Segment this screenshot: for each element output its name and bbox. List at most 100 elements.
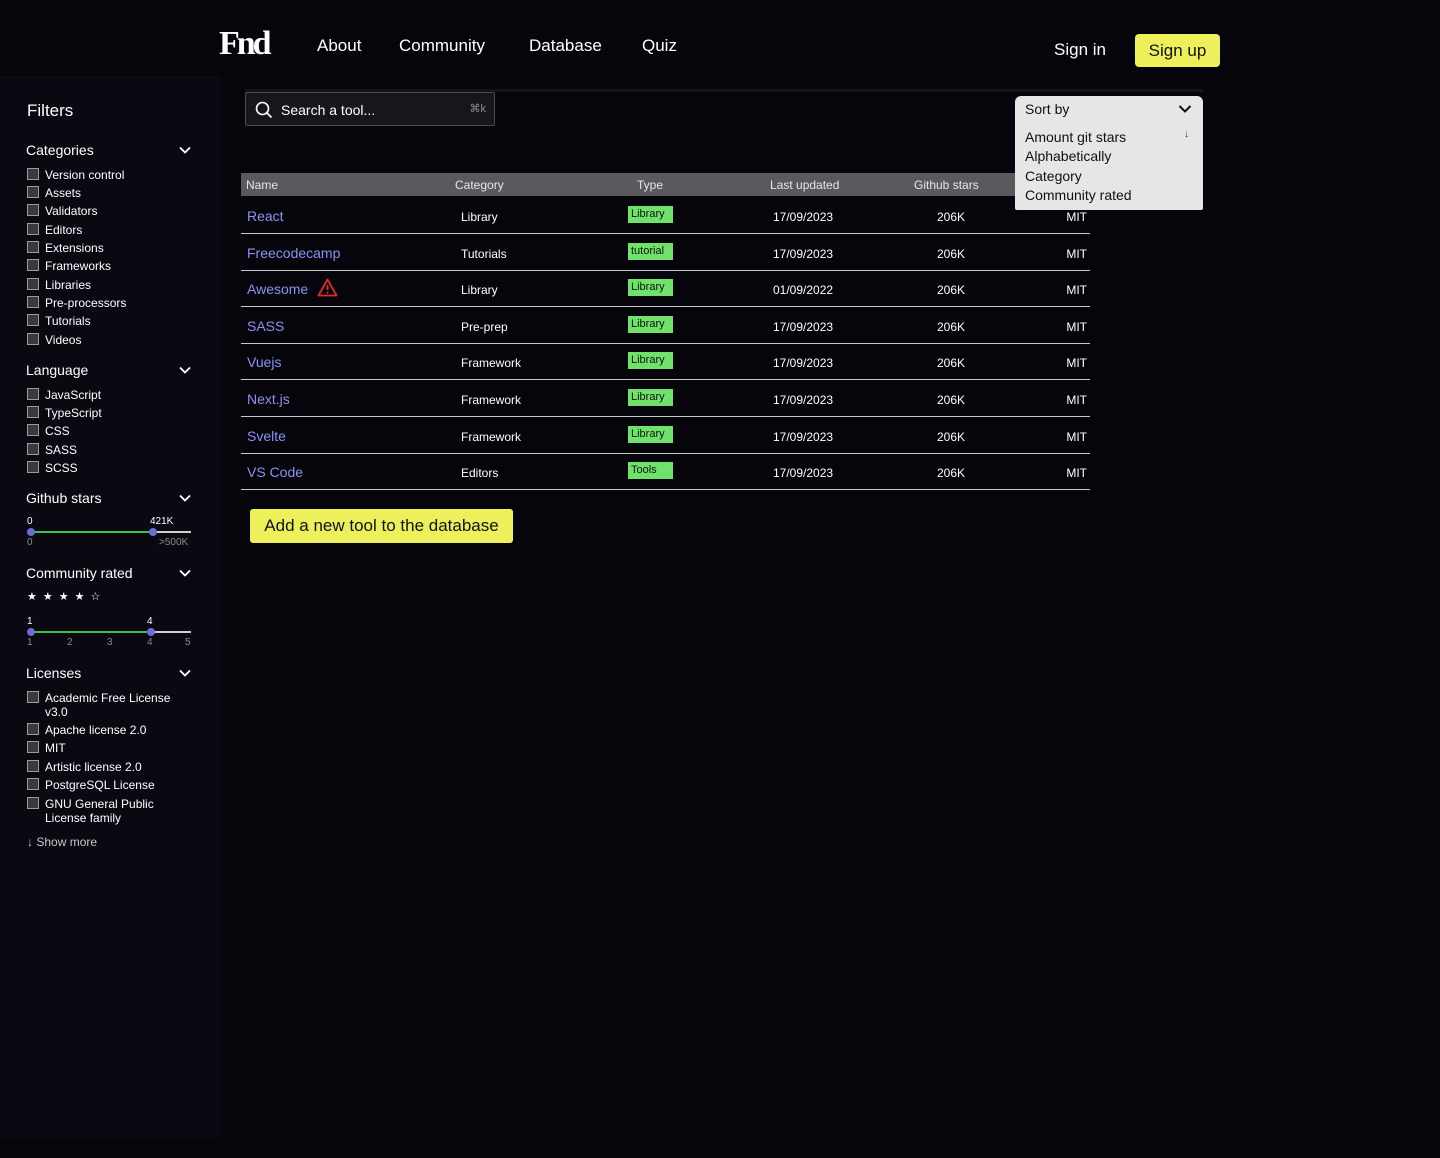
tool-category: Framework bbox=[461, 429, 522, 444]
arrow-down-icon: ↓ bbox=[27, 835, 33, 849]
tool-type-badge: Library bbox=[628, 352, 673, 370]
table-row[interactable]: Next.js Framework Library 17/09/2023 206K MIT bbox=[241, 380, 1090, 417]
language-checkbox[interactable] bbox=[27, 443, 39, 455]
sort-option[interactable]: Alphabetically bbox=[1025, 148, 1111, 164]
tool-name-link[interactable]: Next.js bbox=[247, 391, 290, 407]
rating-min-value: 1 bbox=[27, 616, 33, 627]
table-row[interactable]: Vuejs Framework Library 17/09/2023 206K MIT bbox=[241, 343, 1090, 381]
tool-type-badge: Library bbox=[628, 425, 673, 443]
tool-type-badge: Library bbox=[628, 389, 673, 406]
search-icon bbox=[255, 101, 273, 119]
search-shortcut: ⌘k bbox=[469, 103, 487, 115]
tool-name-link[interactable]: React bbox=[247, 208, 284, 224]
categories-section-toggle[interactable]: Categories bbox=[26, 140, 194, 160]
github-stars-max-handle[interactable] bbox=[149, 528, 157, 536]
show-more-link[interactable]: ↓ Show more bbox=[27, 835, 97, 849]
tool-category: Editors bbox=[461, 466, 499, 481]
license-checkbox[interactable] bbox=[27, 741, 39, 753]
rating-max-handle[interactable] bbox=[147, 628, 155, 636]
language-label: CSS bbox=[45, 424, 70, 438]
community-rated-title: Community rated bbox=[26, 565, 133, 581]
language-label: SASS bbox=[45, 443, 78, 457]
category-checkbox[interactable] bbox=[27, 296, 39, 308]
rating-min-handle[interactable] bbox=[27, 628, 35, 636]
license-checkbox[interactable] bbox=[27, 797, 39, 809]
table-row[interactable]: SASS Pre-prep Library 17/09/2023 206K MIT bbox=[241, 307, 1090, 344]
license-checkbox[interactable] bbox=[27, 778, 39, 790]
warning-icon bbox=[317, 278, 338, 297]
nav-database[interactable]: Database bbox=[529, 36, 602, 56]
column-header-last-updated[interactable]: Last updated bbox=[770, 178, 839, 192]
github-stars-min-value: 0 bbox=[27, 516, 33, 527]
table-row[interactable]: VS Code Editors Tools 17/09/2023 206K MIT bbox=[241, 453, 1090, 491]
table-row[interactable]: React Library Library 17/09/2023 206K MIT bbox=[241, 197, 1090, 234]
language-checkbox[interactable] bbox=[27, 424, 39, 436]
category-checkbox[interactable] bbox=[27, 168, 39, 180]
language-section-toggle[interactable]: Language bbox=[26, 360, 194, 380]
github-stars-min-handle[interactable] bbox=[27, 528, 35, 536]
tool-last-updated: 17/09/2023 bbox=[773, 356, 834, 371]
tool-category: Library bbox=[461, 210, 498, 224]
category-checkbox[interactable] bbox=[27, 223, 39, 235]
table-header: Name Category Type Last updated Github s… bbox=[241, 173, 1090, 196]
rating-tick: 3 bbox=[107, 637, 113, 648]
category-checkbox[interactable] bbox=[27, 186, 39, 198]
category-label: Tutorials bbox=[45, 314, 91, 328]
language-checkbox[interactable] bbox=[27, 461, 39, 473]
language-checkbox[interactable] bbox=[27, 388, 39, 400]
sign-up-button[interactable]: Sign up bbox=[1135, 34, 1220, 67]
add-tool-button[interactable]: Add a new tool to the database bbox=[250, 509, 513, 543]
licenses-section-toggle[interactable]: Licenses bbox=[26, 663, 194, 683]
sort-direction-arrow-icon[interactable]: ↓ bbox=[1184, 130, 1189, 140]
category-checkbox[interactable] bbox=[27, 278, 39, 290]
category-checkbox[interactable] bbox=[27, 241, 39, 253]
community-rated-section-toggle[interactable]: Community rated bbox=[26, 563, 194, 583]
tool-name-link[interactable]: Freecodecamp bbox=[247, 245, 340, 261]
license-label: Artistic license 2.0 bbox=[45, 760, 142, 774]
language-checkbox[interactable] bbox=[27, 406, 39, 418]
tool-category: Framework bbox=[461, 356, 522, 371]
category-checkbox[interactable] bbox=[27, 333, 39, 345]
tool-name-link[interactable]: VS Code bbox=[247, 464, 303, 480]
tool-name-link[interactable]: SASS bbox=[247, 318, 284, 334]
star-rating[interactable]: ★★★★☆ bbox=[27, 591, 106, 603]
sign-in-link[interactable]: Sign in bbox=[1054, 40, 1106, 60]
table-row[interactable]: Awesome Library Library 01/09/2022 206K MIT bbox=[241, 270, 1090, 308]
license-checkbox[interactable] bbox=[27, 723, 39, 735]
column-header-name[interactable]: Name bbox=[246, 178, 278, 192]
tool-name-link[interactable]: Svelte bbox=[247, 428, 286, 444]
sort-option[interactable]: Category bbox=[1025, 168, 1082, 184]
column-header-type[interactable]: Type bbox=[637, 178, 663, 192]
tool-name-link[interactable]: Awesome bbox=[247, 281, 308, 297]
column-header-category[interactable]: Category bbox=[455, 178, 504, 192]
column-header-github-stars[interactable]: Github stars bbox=[914, 178, 979, 192]
tool-license: MIT bbox=[1066, 283, 1087, 298]
sort-option[interactable]: Community rated bbox=[1025, 187, 1132, 203]
nav-community[interactable]: Community bbox=[399, 36, 485, 56]
sort-dropdown-toggle[interactable]: Sort by bbox=[1015, 96, 1203, 122]
nav-about[interactable]: About bbox=[317, 36, 361, 56]
top-navigation: Fnd About Community Database Quiz Sign i… bbox=[0, 0, 1440, 76]
category-checkbox[interactable] bbox=[27, 314, 39, 326]
rating-tick: 4 bbox=[147, 637, 153, 648]
license-checkbox[interactable] bbox=[27, 691, 39, 703]
chevron-down-icon bbox=[179, 494, 191, 502]
tool-type-badge: Library bbox=[628, 315, 673, 333]
search-input[interactable]: Search a tool... ⌘k bbox=[245, 92, 495, 126]
category-checkbox[interactable] bbox=[27, 259, 39, 271]
sort-dropdown: Sort by ↓ Amount git stars Alphabetically… bbox=[1015, 96, 1203, 210]
license-checkbox[interactable] bbox=[27, 760, 39, 772]
sort-option[interactable]: Amount git stars bbox=[1025, 129, 1126, 145]
github-stars-section-toggle[interactable]: Github stars bbox=[26, 488, 194, 508]
tool-name-link[interactable]: Vuejs bbox=[247, 354, 282, 370]
category-checkbox[interactable] bbox=[27, 204, 39, 216]
github-stars-max-value: 421K bbox=[150, 516, 174, 527]
logo[interactable]: Fnd bbox=[219, 26, 272, 62]
license-label: Academic Free License v3.0 bbox=[45, 691, 171, 719]
license-label: PostgreSQL License bbox=[45, 778, 155, 792]
github-stars-range-max: >500K bbox=[159, 537, 189, 548]
table-row[interactable]: Svelte Framework Library 17/09/2023 206K MIT bbox=[241, 417, 1090, 454]
github-stars-range-min: 0 bbox=[27, 537, 33, 548]
nav-quiz[interactable]: Quiz bbox=[642, 36, 677, 56]
table-row[interactable]: Freecodecamp Tutorials tutorial 17/09/2023 2… bbox=[241, 234, 1090, 271]
